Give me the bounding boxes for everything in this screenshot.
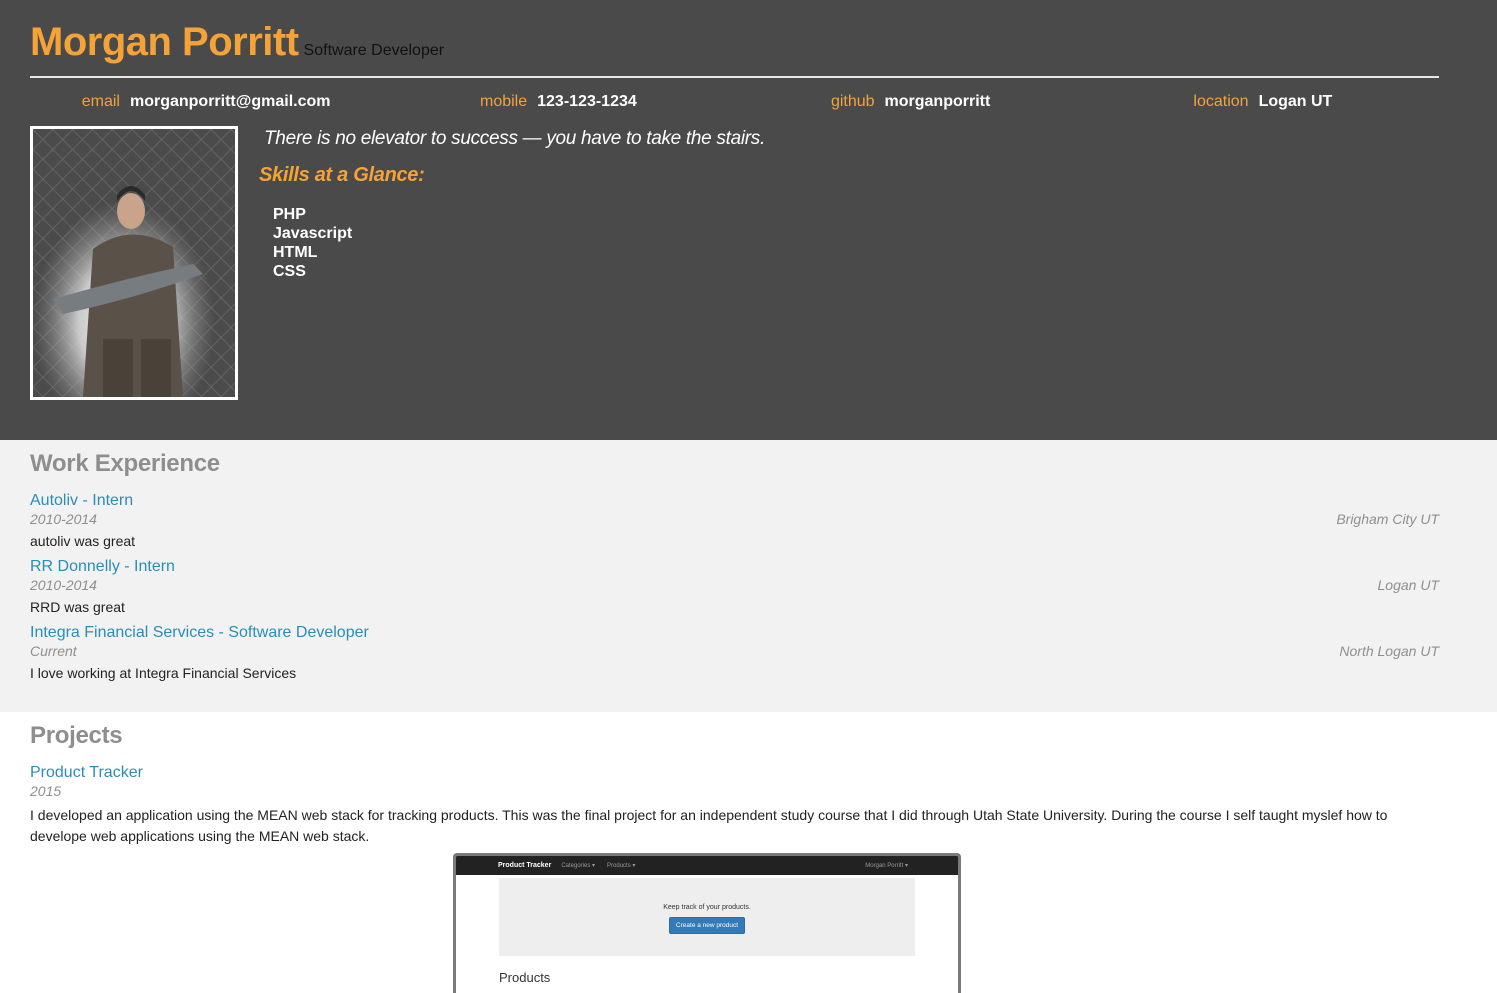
job-title-link[interactable]: Autoliv - Intern (30, 492, 1439, 510)
job-dates: 2010-2014 (30, 577, 97, 593)
skill-item: PHP (273, 206, 306, 223)
job-location: Brigham City UT (1336, 511, 1439, 527)
mobile-value: 123-123-1234 (537, 93, 637, 110)
email-value[interactable]: morganporritt@gmail.com (130, 93, 331, 111)
project-description: I developed an application using the MEA… (30, 807, 1388, 844)
contact-row: email morganporritt@gmail.com mobile 123… (30, 78, 1439, 126)
location-value: Logan UT (1258, 93, 1333, 110)
screenshot-nav-item: Categories ▾ (561, 863, 596, 869)
screenshot-create-button: Create a new product (668, 917, 746, 934)
screenshot-jumbo-text: Keep track of your products. (663, 904, 751, 911)
job-dates: Current (30, 643, 77, 659)
job-dates: 2010-2014 (30, 511, 97, 527)
screenshot-jumbotron: Keep track of your products. Create a ne… (499, 878, 915, 956)
name-row: Morgan Porritt Software Developer (30, 0, 1439, 78)
intro: There is no elevator to success — you ha… (259, 126, 765, 400)
github-value[interactable]: morganporritt (885, 93, 991, 111)
section-title: Projects (30, 722, 123, 749)
profile-photo (30, 126, 238, 400)
job-meta: 2010-2014 Logan UT (30, 577, 1439, 593)
page-title: Morgan Porritt (30, 20, 299, 64)
project-year: 2015 (30, 783, 62, 799)
job-title-link[interactable]: Integra Financial Services - Software De… (30, 624, 1439, 642)
skill-item: CSS (273, 263, 306, 280)
job-subtitle: Software Developer (303, 42, 445, 59)
skill-item: Javascript (273, 225, 353, 242)
screenshot-nav-item: Products ▾ (607, 863, 636, 869)
project-title-link[interactable]: Product Tracker (30, 764, 1467, 782)
job-description: RRD was great (30, 599, 125, 615)
screenshot-products-heading: Products (499, 970, 551, 985)
header: Morgan Porritt Software Developer email … (0, 0, 1497, 440)
skills-title: Skills at a Glance: (259, 164, 425, 186)
job-entry: RR Donnelly - Intern 2010-2014 Logan UT … (30, 558, 1439, 615)
job-meta: 2010-2014 Brigham City UT (30, 511, 1439, 527)
contact-label: mobile (479, 93, 528, 110)
contact-label: location (1193, 93, 1249, 110)
job-location: Logan UT (1377, 577, 1439, 593)
quote: There is no elevator to success — you ha… (264, 128, 765, 149)
profile: There is no elevator to success — you ha… (30, 126, 1467, 400)
contact-label: email (81, 93, 120, 110)
job-description: I love working at Integra Financial Serv… (30, 665, 297, 681)
job-entry: Autoliv - Intern 2010-2014 Brigham City … (30, 492, 1439, 549)
work-experience-section: Work Experience Autoliv - Intern 2010-20… (0, 440, 1497, 712)
contact-location: location Logan UT (1087, 93, 1439, 111)
screenshot-brand: Product Tracker (498, 862, 552, 869)
contact-mobile: mobile 123-123-1234 (382, 93, 734, 111)
screenshot-navbar: Product Tracker Categories ▾ Products ▾ … (456, 856, 958, 875)
job-description: autoliv was great (30, 533, 136, 549)
job-meta: Current North Logan UT (30, 643, 1439, 659)
job-location: North Logan UT (1339, 643, 1439, 659)
skills-list: PHP Javascript HTML CSS (273, 205, 765, 281)
section-title: Work Experience (30, 450, 220, 477)
contact-label: github (830, 93, 875, 110)
screenshot-user: Morgan Porritt ▾ (865, 863, 908, 869)
skill-item: HTML (273, 244, 318, 261)
contact-email: email morganporritt@gmail.com (30, 93, 382, 111)
contact-github: github morganporritt (735, 93, 1087, 111)
job-entry: Integra Financial Services - Software De… (30, 624, 1439, 681)
project-screenshot: Product Tracker Categories ▾ Products ▾ … (453, 853, 961, 993)
job-title-link[interactable]: RR Donnelly - Intern (30, 558, 1439, 576)
